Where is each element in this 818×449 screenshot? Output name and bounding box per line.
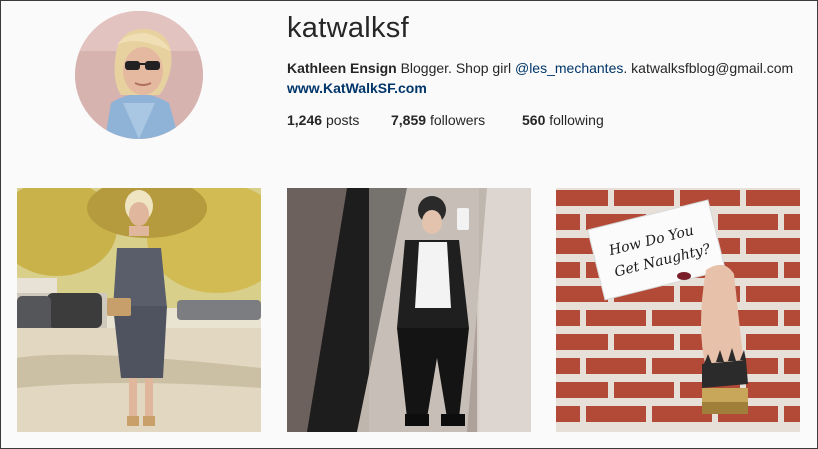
avatar-image: [75, 11, 203, 139]
posts-count: 1,246: [287, 112, 323, 128]
profile-username: katwalksf: [287, 12, 409, 44]
post-tile-3[interactable]: How Do You Get Naughty?: [556, 188, 800, 432]
bio-text-1: Blogger. Shop girl: [396, 60, 515, 76]
post-tile-2[interactable]: [287, 188, 531, 432]
stat-posts[interactable]: 1,246 posts: [287, 112, 359, 128]
following-label: following: [549, 112, 604, 128]
posts-label: posts: [325, 112, 360, 128]
followers-label: followers: [429, 112, 486, 128]
post-image-street-dress: [17, 188, 261, 432]
bio-mention-link[interactable]: @les_mechantes: [515, 60, 623, 76]
followers-count: 7,859: [391, 112, 427, 128]
profile-full-name: Kathleen Ensign: [287, 60, 397, 76]
stat-followers[interactable]: 7,859 followers: [391, 112, 485, 128]
profile-avatar[interactable]: [75, 11, 203, 139]
stat-following[interactable]: 560 following: [522, 112, 604, 128]
following-count: 560: [522, 112, 546, 128]
post-tile-1[interactable]: [17, 188, 261, 432]
profile-bio: Kathleen Ensign Blogger. Shop girl @les_…: [287, 60, 793, 76]
profile-website-link[interactable]: www.KatWalkSF.com: [287, 80, 427, 96]
post-image-naughty-card: How Do You Get Naughty?: [556, 188, 800, 432]
bio-text-2: . katwalksfblog@gmail.com: [623, 60, 794, 76]
post-image-mirror-selfie: [287, 188, 531, 432]
